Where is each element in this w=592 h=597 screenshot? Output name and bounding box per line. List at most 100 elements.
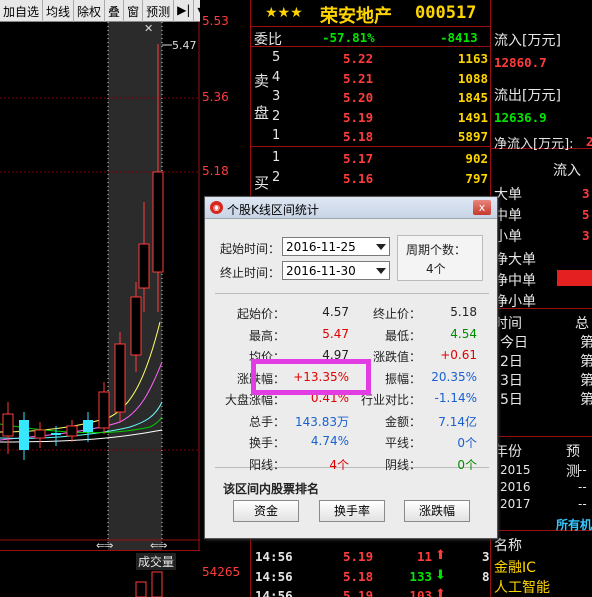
net-inflow-value: 2 [586, 134, 592, 149]
rank-by-turnover-button[interactable]: 换手率 [319, 500, 385, 522]
buy-volume: 797 [465, 170, 488, 186]
rating-stars-icon: ★★★ [265, 5, 303, 21]
price-tick: 5.36 [202, 90, 229, 104]
start-time-label: 起始时间： [220, 242, 281, 256]
arrow-up-icon: ⬆ [435, 548, 446, 563]
rank-period: 5日 [500, 392, 523, 408]
interval-stats-dialog: ◉ 个股K线区间统计 x 起始时间： 2016-11-25 终止时间： 2016… [204, 196, 498, 539]
stat-label: 阴线： [384, 457, 421, 472]
rank-by-change-button[interactable]: 涨跌幅 [404, 500, 470, 522]
stat-label: 总手： [248, 414, 285, 429]
stat-label: 最低： [384, 328, 421, 343]
outflow-label: 流出[万元] [494, 88, 561, 104]
rank-value: 第 [580, 373, 592, 389]
moving-average-button[interactable]: 均线 [43, 0, 75, 22]
sell-price: 5.19 [343, 109, 374, 125]
tick-price: 5.19 [343, 588, 374, 597]
end-date-select[interactable]: 2016-11-30 [282, 261, 390, 280]
period-value: 4个 [426, 262, 446, 276]
sell-volume: 1845 [457, 90, 488, 105]
concept-item[interactable]: 人工智能 [494, 577, 550, 597]
rank-period: 3日 [500, 373, 523, 389]
buy-price: 5.17 [343, 151, 374, 166]
end-time-label: 终止时间： [220, 266, 281, 280]
chart-toolbar: 加自选 均线 除权 叠 窗 预测 ▶| ▾ [0, 0, 203, 22]
kline-chart[interactable]: 5.47 ✕ [0, 22, 200, 550]
start-date-select[interactable]: 2016-11-25 [282, 237, 390, 256]
buy-price: 5.16 [343, 170, 374, 186]
overlay-button[interactable]: 叠 [105, 0, 125, 22]
stat-value: 4个 [329, 457, 349, 472]
stat-value: 0个 [457, 457, 477, 472]
sell-level: 5 [272, 50, 281, 65]
weibi-label: 委比 [254, 32, 282, 48]
net-inflow-label: 净流入[万元]: [494, 137, 574, 152]
stat-value: 0个 [457, 436, 477, 450]
stat-value: 5.47 [322, 326, 349, 341]
ex-rights-button[interactable]: 除权 [74, 0, 106, 22]
stat-value: 4.57 [322, 305, 349, 319]
stat-value: 143.83万 [295, 414, 349, 429]
tick-volume: 133 [409, 568, 432, 584]
rank-by-fund-button[interactable]: 资金 [233, 500, 299, 522]
play-icon[interactable]: ▶| [174, 0, 195, 22]
rank-time-header: 时间 [494, 316, 522, 332]
forecast-year: 2015 [500, 463, 531, 477]
dialog-title-bar[interactable]: ◉ 个股K线区间统计 x [205, 197, 497, 219]
stat-value: 4.54 [450, 326, 477, 341]
forecast-value: -- [578, 463, 587, 477]
all-institutions-link[interactable]: 所有机 [556, 516, 592, 533]
add-favorite-button[interactable]: 加自选 [0, 0, 44, 22]
tick-volume: 103 [409, 588, 432, 597]
net-big-label: 净大单 [494, 252, 536, 268]
sell-volume: 1491 [457, 109, 488, 125]
price-tick: 5.18 [202, 164, 229, 178]
sell-volume: 5897 [457, 129, 488, 144]
tick-price: 5.18 [343, 568, 374, 584]
sell-volume: 1088 [457, 70, 488, 86]
stat-label: 阳线： [248, 457, 285, 472]
net-small-label: 净小单 [494, 294, 536, 310]
tick-count: 3 [482, 549, 490, 564]
forecast-year: 2017 [500, 497, 531, 511]
stat-value: +0.61 [440, 348, 477, 362]
stat-label: 平线： [384, 436, 421, 450]
sell-price: 5.21 [343, 70, 374, 86]
net-mid-label: 净中单 [494, 273, 536, 289]
stat-value: 20.35% [431, 369, 477, 384]
weibi-pct: -57.81% [322, 30, 375, 45]
sell-level: 1 [272, 128, 281, 143]
stat-label: 金额： [384, 414, 421, 429]
buy-volume: 902 [465, 151, 488, 166]
tick-time: 14:56 [255, 568, 293, 584]
stock-name: 荣安地产 [320, 6, 392, 27]
arrow-down-icon: ⬇ [435, 567, 446, 583]
window-button[interactable]: 窗 [124, 0, 144, 22]
rank-value: 第 [580, 335, 592, 351]
sell-label: 盘 [254, 104, 270, 122]
highlight-box [251, 359, 371, 395]
rank-section-title: 该区间内股票排名 [223, 482, 320, 496]
sell-price: 5.22 [343, 51, 374, 66]
forecast-year-header: 年份 [494, 444, 522, 460]
weibi-diff: -8413 [440, 30, 478, 45]
stat-label: 最高： [248, 328, 285, 343]
stat-value: 5.18 [450, 305, 477, 319]
sell-label: 卖 [254, 72, 270, 90]
stat-label: 起始价： [236, 307, 285, 321]
stat-value: 7.14亿 [438, 414, 477, 429]
inflow-label: 流入[万元] [494, 33, 561, 49]
sell-level: 2 [272, 108, 281, 124]
stat-value: -1.14% [434, 391, 477, 405]
sell-price: 5.20 [343, 90, 374, 105]
start-date-value: 2016-11-25 [286, 240, 356, 254]
forecast-button[interactable]: 预测 [143, 0, 175, 22]
tick-price: 5.19 [343, 549, 374, 564]
volume-value: 54265 [202, 565, 241, 579]
rank-period: 2日 [500, 354, 523, 370]
concept-item[interactable]: 金融IC [494, 557, 536, 577]
inflow-header: 流入 [553, 163, 581, 179]
volume-bars [135, 571, 163, 597]
close-icon[interactable]: x [473, 200, 491, 215]
rank-value: 第 [580, 392, 592, 408]
